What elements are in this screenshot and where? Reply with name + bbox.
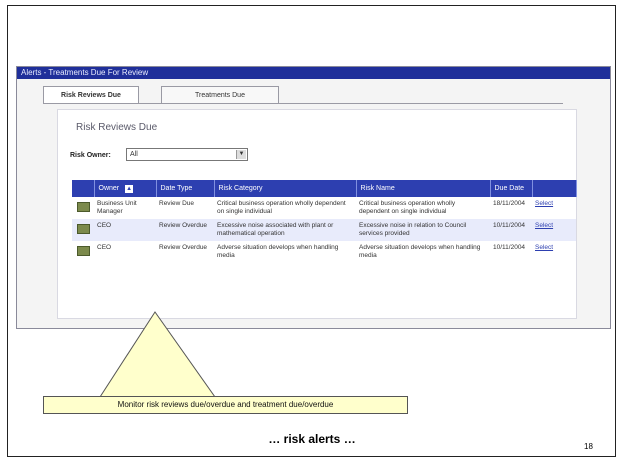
page-number: 18 xyxy=(584,442,593,451)
callout-box: Monitor risk reviews due/overdue and tre… xyxy=(43,396,408,414)
callout-pointer xyxy=(99,311,216,398)
slide-caption: … risk alerts … xyxy=(268,432,356,446)
